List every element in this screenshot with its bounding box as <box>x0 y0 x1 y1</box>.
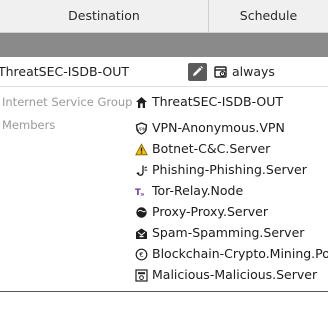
svg-text:€: € <box>139 251 143 259</box>
member-label: Blockchain-Crypto.Mining.Pool <box>152 246 328 261</box>
members-label: Members <box>2 118 56 132</box>
pencil-icon <box>193 66 203 76</box>
schedule-label: always <box>232 64 275 79</box>
destination-value[interactable]: ThreatSEC-ISDB-OUT <box>0 64 129 79</box>
service-group-details: Internet Service Group Members ThreatSEC… <box>0 87 328 292</box>
malicious-server-icon <box>135 269 148 282</box>
member-label: Phishing-Phishing.Server <box>152 162 307 177</box>
member-label: VPN-Anonymous.VPN <box>152 120 285 135</box>
member-label: Spam-Spamming.Server <box>152 225 305 240</box>
vpn-shield-icon: VPN <box>135 122 148 135</box>
phishing-hook-icon <box>136 165 148 176</box>
group-name-text: ThreatSEC-ISDB-OUT <box>152 94 284 109</box>
internet-service-group-icon <box>136 97 147 108</box>
schedule-calendar-icon <box>214 66 227 78</box>
svg-text:»: » <box>140 191 144 199</box>
destination-column-header[interactable]: Destination <box>0 0 208 32</box>
internet-service-group-label: Internet Service Group <box>2 95 133 109</box>
spam-mail-icon <box>136 228 147 239</box>
table-header: Destination Schedule <box>0 0 328 33</box>
member-label: Malicious-Malicious.Server <box>152 267 318 282</box>
schedule-value[interactable]: always <box>214 64 275 79</box>
policy-row[interactable]: ThreatSEC-ISDB-OUT always <box>0 58 328 87</box>
crypto-coin-icon: € <box>135 248 148 261</box>
member-label: Botnet-C&C.Server <box>152 141 271 156</box>
section-band <box>0 33 328 57</box>
edit-button[interactable] <box>188 63 207 81</box>
schedule-column-header[interactable]: Schedule <box>209 0 328 32</box>
warning-icon <box>135 143 148 156</box>
svg-text:VPN: VPN <box>137 127 146 133</box>
proxy-globe-icon <box>136 207 147 218</box>
member-label: Proxy-Proxy.Server <box>152 204 268 219</box>
member-label: Tor-Relay.Node <box>152 183 244 198</box>
tor-icon: T » <box>135 188 145 199</box>
